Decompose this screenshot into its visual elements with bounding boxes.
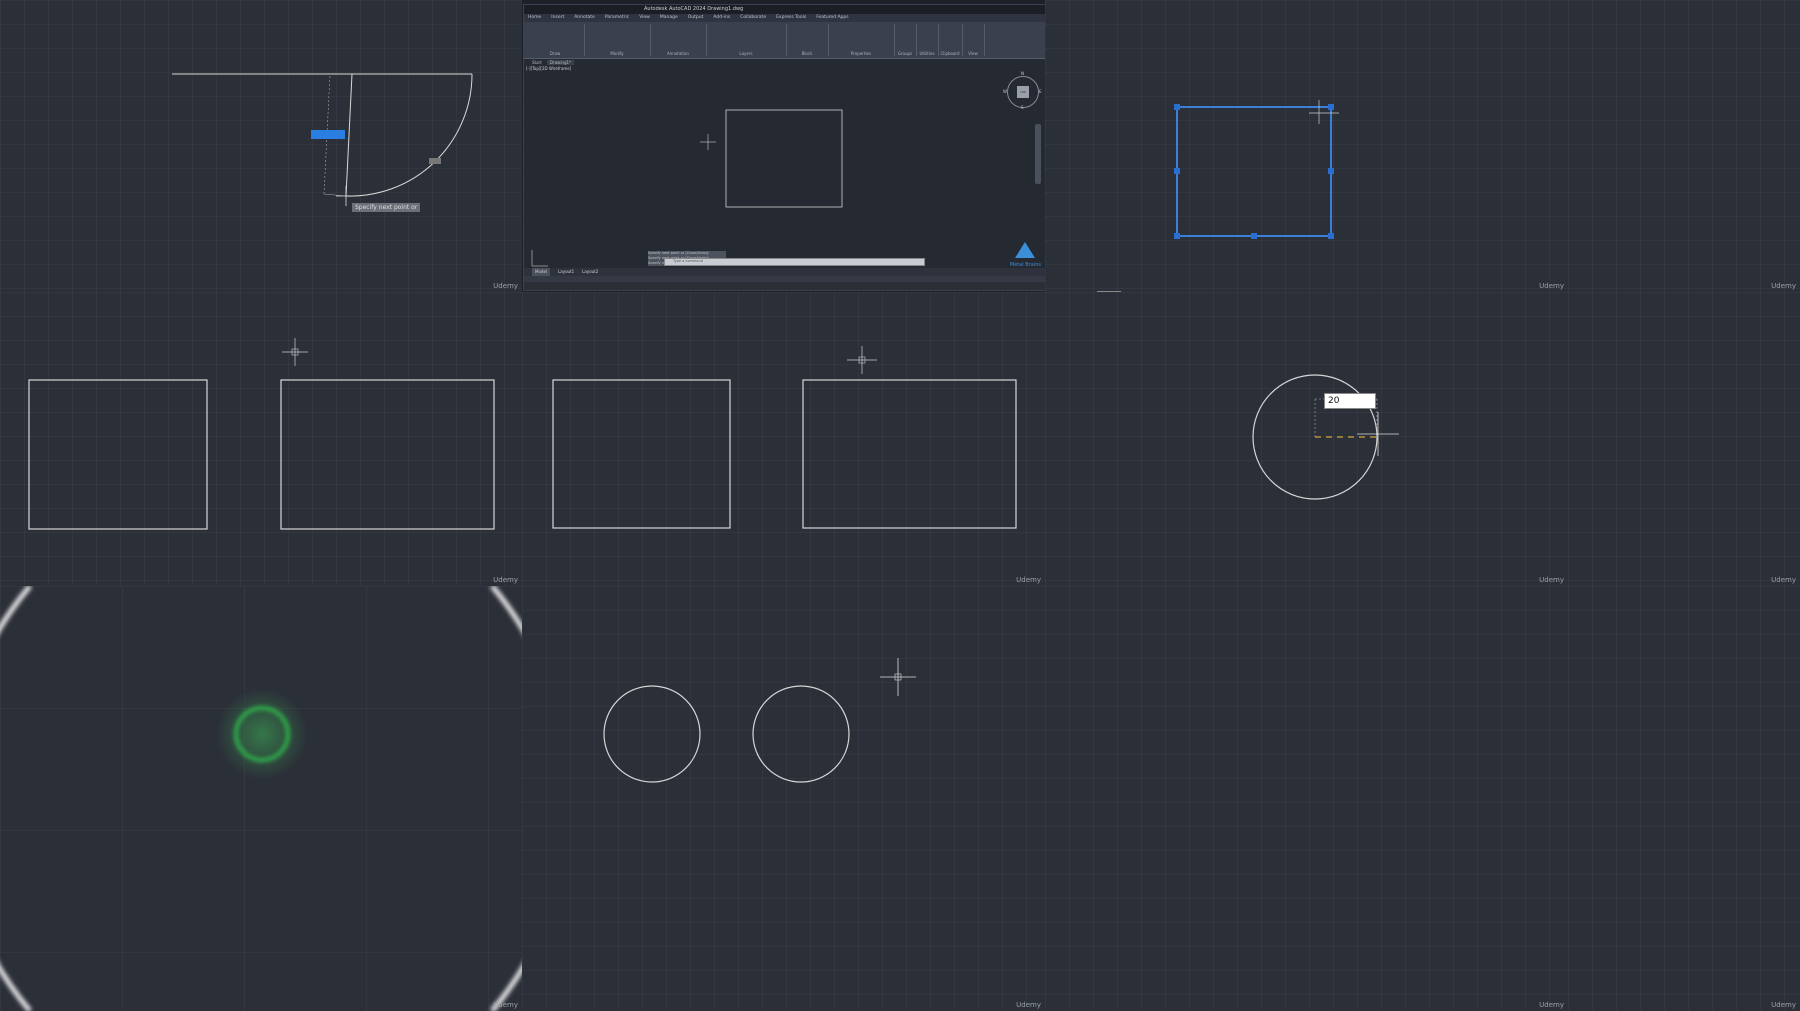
panel-circle-radius: 20 Udemy — [1045, 292, 1568, 586]
watermark: Udemy — [493, 576, 518, 584]
selected-rectangle-canvas — [1097, 100, 1339, 292]
command-prompt-tooltip: Specify next point or — [352, 203, 421, 212]
panel-empty: Udemy — [1045, 586, 1568, 1011]
panel-right-strip-2: Udemy — [1568, 292, 1800, 586]
panel-selected-rectangle: Udemy — [1045, 0, 1568, 292]
tab-manage[interactable]: Manage — [660, 14, 678, 22]
dynamic-input-field[interactable] — [311, 130, 345, 139]
angle-badge — [429, 158, 441, 164]
ribbon-group-layers[interactable]: Layers — [706, 24, 787, 56]
zoomed-center-canvas — [0, 586, 522, 1011]
tab-collaborate[interactable]: Collaborate — [740, 14, 766, 22]
layout-tab-layout1[interactable]: Layout1 — [558, 268, 574, 276]
panel-right-strip-3: Udemy — [1568, 586, 1800, 1011]
ribbon-group-block[interactable]: Block — [786, 24, 829, 56]
brand-logo: Metal Brains — [1010, 242, 1041, 268]
watermark: Udemy — [1016, 1001, 1041, 1009]
watermark: Udemy — [493, 1001, 518, 1009]
viewcube-top-face[interactable]: TOP — [1017, 86, 1029, 98]
circle-radius-canvas — [1252, 374, 1399, 500]
tab-output[interactable]: Output — [688, 14, 704, 22]
rectangles-canvas-a — [28, 338, 495, 530]
ribbon-group-utilities[interactable]: Utilities — [916, 24, 939, 56]
tab-insert[interactable]: Insert — [551, 14, 564, 22]
panel-two-rectangles-b: Udemy — [522, 292, 1045, 586]
radius-input[interactable]: 20 — [1324, 393, 1376, 409]
viewcube-compass[interactable]: TOP N S W E — [1003, 71, 1042, 110]
panel-two-circles: Udemy — [522, 586, 1045, 1011]
panel-two-rectangles-a: Udemy — [0, 292, 522, 586]
layout-tab-model[interactable]: Model — [532, 268, 551, 276]
command-placeholder: Type a command — [673, 259, 703, 263]
ribbon-tab-bar: Home Insert Annotate Parametric View Man… — [524, 14, 1045, 22]
status-bar[interactable] — [524, 276, 1045, 282]
ribbon-group-modify[interactable]: Modify — [584, 24, 651, 56]
compass-e: E — [1039, 89, 1042, 94]
panel-autocad-window: Autodesk AutoCAD 2024 Drawing1.dwg Home … — [522, 0, 1045, 292]
tab-addins[interactable]: Add-ins — [713, 14, 730, 22]
panel-zoomed-center: Udemy — [0, 586, 522, 1011]
watermark: Udemy — [1771, 576, 1796, 584]
panel-right-strip: Udemy — [1568, 0, 1800, 292]
watermark: Udemy — [1016, 576, 1041, 584]
two-circles-canvas — [603, 658, 916, 783]
watermark: Udemy — [1539, 576, 1564, 584]
tab-featured-apps[interactable]: Featured Apps — [816, 14, 848, 22]
navigation-bar-scroll[interactable] — [1035, 124, 1041, 184]
command-line-input[interactable]: Type a command — [664, 258, 925, 266]
brand-triangle-icon — [1015, 242, 1036, 258]
ribbon-group-draw[interactable]: Draw — [526, 24, 585, 56]
arc-drawing-canvas — [172, 73, 473, 206]
tab-view[interactable]: View — [639, 14, 650, 22]
ribbon-group-view[interactable]: View — [962, 24, 985, 56]
panel-arc-drawing: Specify next point or Udemy — [0, 0, 522, 292]
tab-express-tools[interactable]: Express Tools — [776, 14, 806, 22]
tab-parametric[interactable]: Parametric — [605, 14, 629, 22]
ribbon-group-properties[interactable]: Properties — [828, 24, 895, 56]
document-tabs: Start Drawing1* — [524, 59, 1045, 66]
ribbon-panel: Draw Modify Annotation Layers Block Prop… — [524, 22, 1045, 59]
doc-tab-start[interactable]: Start — [532, 60, 542, 65]
ribbon-group-annotation[interactable]: Annotation — [650, 24, 707, 56]
watermark: Udemy — [1771, 282, 1796, 290]
autocad-application-window: Autodesk AutoCAD 2024 Drawing1.dwg Home … — [523, 4, 1045, 291]
model-viewport[interactable]: [-][Top][2D Wireframe] TOP N S W E Speci… — [524, 66, 1045, 268]
ribbon-group-clipboard[interactable]: Clipboard — [938, 24, 963, 56]
doc-tab-drawing1[interactable]: Drawing1* — [546, 60, 575, 65]
watermark: Udemy — [1539, 1001, 1564, 1009]
compass-w: W — [1003, 89, 1007, 94]
tab-annotate[interactable]: Annotate — [574, 14, 595, 22]
title-bar: Autodesk AutoCAD 2024 Drawing1.dwg — [524, 5, 1045, 14]
watermark: Udemy — [493, 282, 518, 290]
layout-tab-layout2[interactable]: Layout2 — [582, 268, 598, 276]
tab-home[interactable]: Home — [528, 14, 541, 22]
video-collage: Specify next point or Udemy Autodesk Aut… — [0, 0, 1800, 1011]
viewport-canvas — [531, 109, 843, 267]
watermark: Udemy — [1771, 1001, 1796, 1009]
layout-tab-bar: Model Layout1 Layout2 — [524, 268, 1045, 276]
watermark: Udemy — [1539, 282, 1564, 290]
compass-s: S — [1021, 105, 1024, 110]
ribbon-group-groups[interactable]: Groups — [894, 24, 917, 56]
rectangles-canvas-b — [552, 346, 1017, 529]
compass-n: N — [1021, 71, 1024, 76]
